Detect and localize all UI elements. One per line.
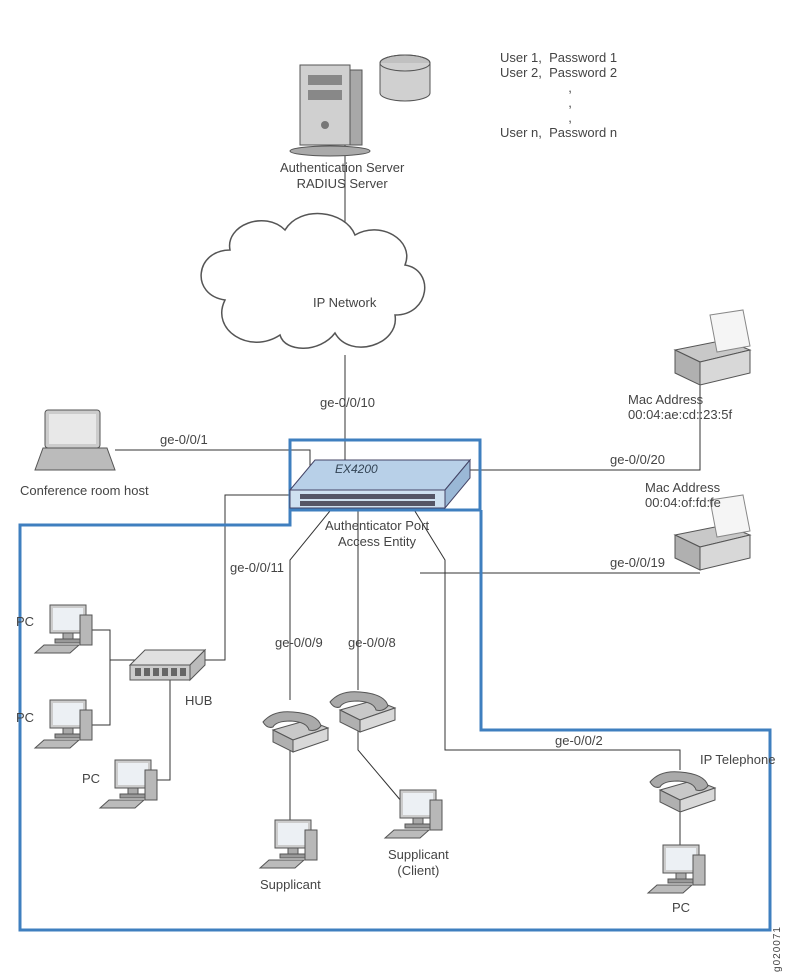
port-ge-0-0-10: ge-0/0/10 (320, 395, 375, 410)
port-ge-0-0-2: ge-0/0/2 (555, 733, 603, 748)
pc-label-3: PC (82, 771, 100, 786)
conference-room-label: Conference room host (20, 483, 149, 498)
port-ge-0-0-9: ge-0/0/9 (275, 635, 323, 650)
switch-model-label: EX4200 (335, 462, 378, 476)
auth-server-label: Authentication Server RADIUS Server (280, 160, 404, 191)
image-id: g020071 (772, 926, 783, 972)
port-ge-0-0-11: ge-0/0/11 (230, 560, 284, 575)
port-ge-0-0-20: ge-0/0/20 (610, 452, 665, 467)
printer1-mac: Mac Address 00:04:ae:cd::23:5f (628, 392, 732, 422)
pc-label-1: PC (16, 614, 34, 629)
pc-label-2: PC (16, 710, 34, 725)
authenticator-port-label: Authenticator Port Access Entity (325, 518, 429, 549)
port-ge-0-0-19: ge-0/0/19 (610, 555, 665, 570)
port-ge-0-0-8: ge-0/0/8 (348, 635, 396, 650)
user-password-list: User 1, Password 1 User 2, Password 2 , … (500, 50, 700, 140)
pc-bottom-right-label: PC (672, 900, 690, 915)
hub-label: HUB (185, 693, 212, 708)
port-ge-0-0-1: ge-0/0/1 (160, 432, 208, 447)
network-diagram: Authentication Server RADIUS Server User… (0, 0, 791, 936)
supplicant-client-label: Supplicant (Client) (388, 847, 449, 878)
ip-network-label: IP Network (313, 295, 376, 310)
printer2-mac: Mac Address 00:04:of:fd:fe (645, 480, 721, 510)
supplicant-label: Supplicant (260, 877, 321, 892)
ip-telephone-label: IP Telephone (700, 752, 775, 767)
